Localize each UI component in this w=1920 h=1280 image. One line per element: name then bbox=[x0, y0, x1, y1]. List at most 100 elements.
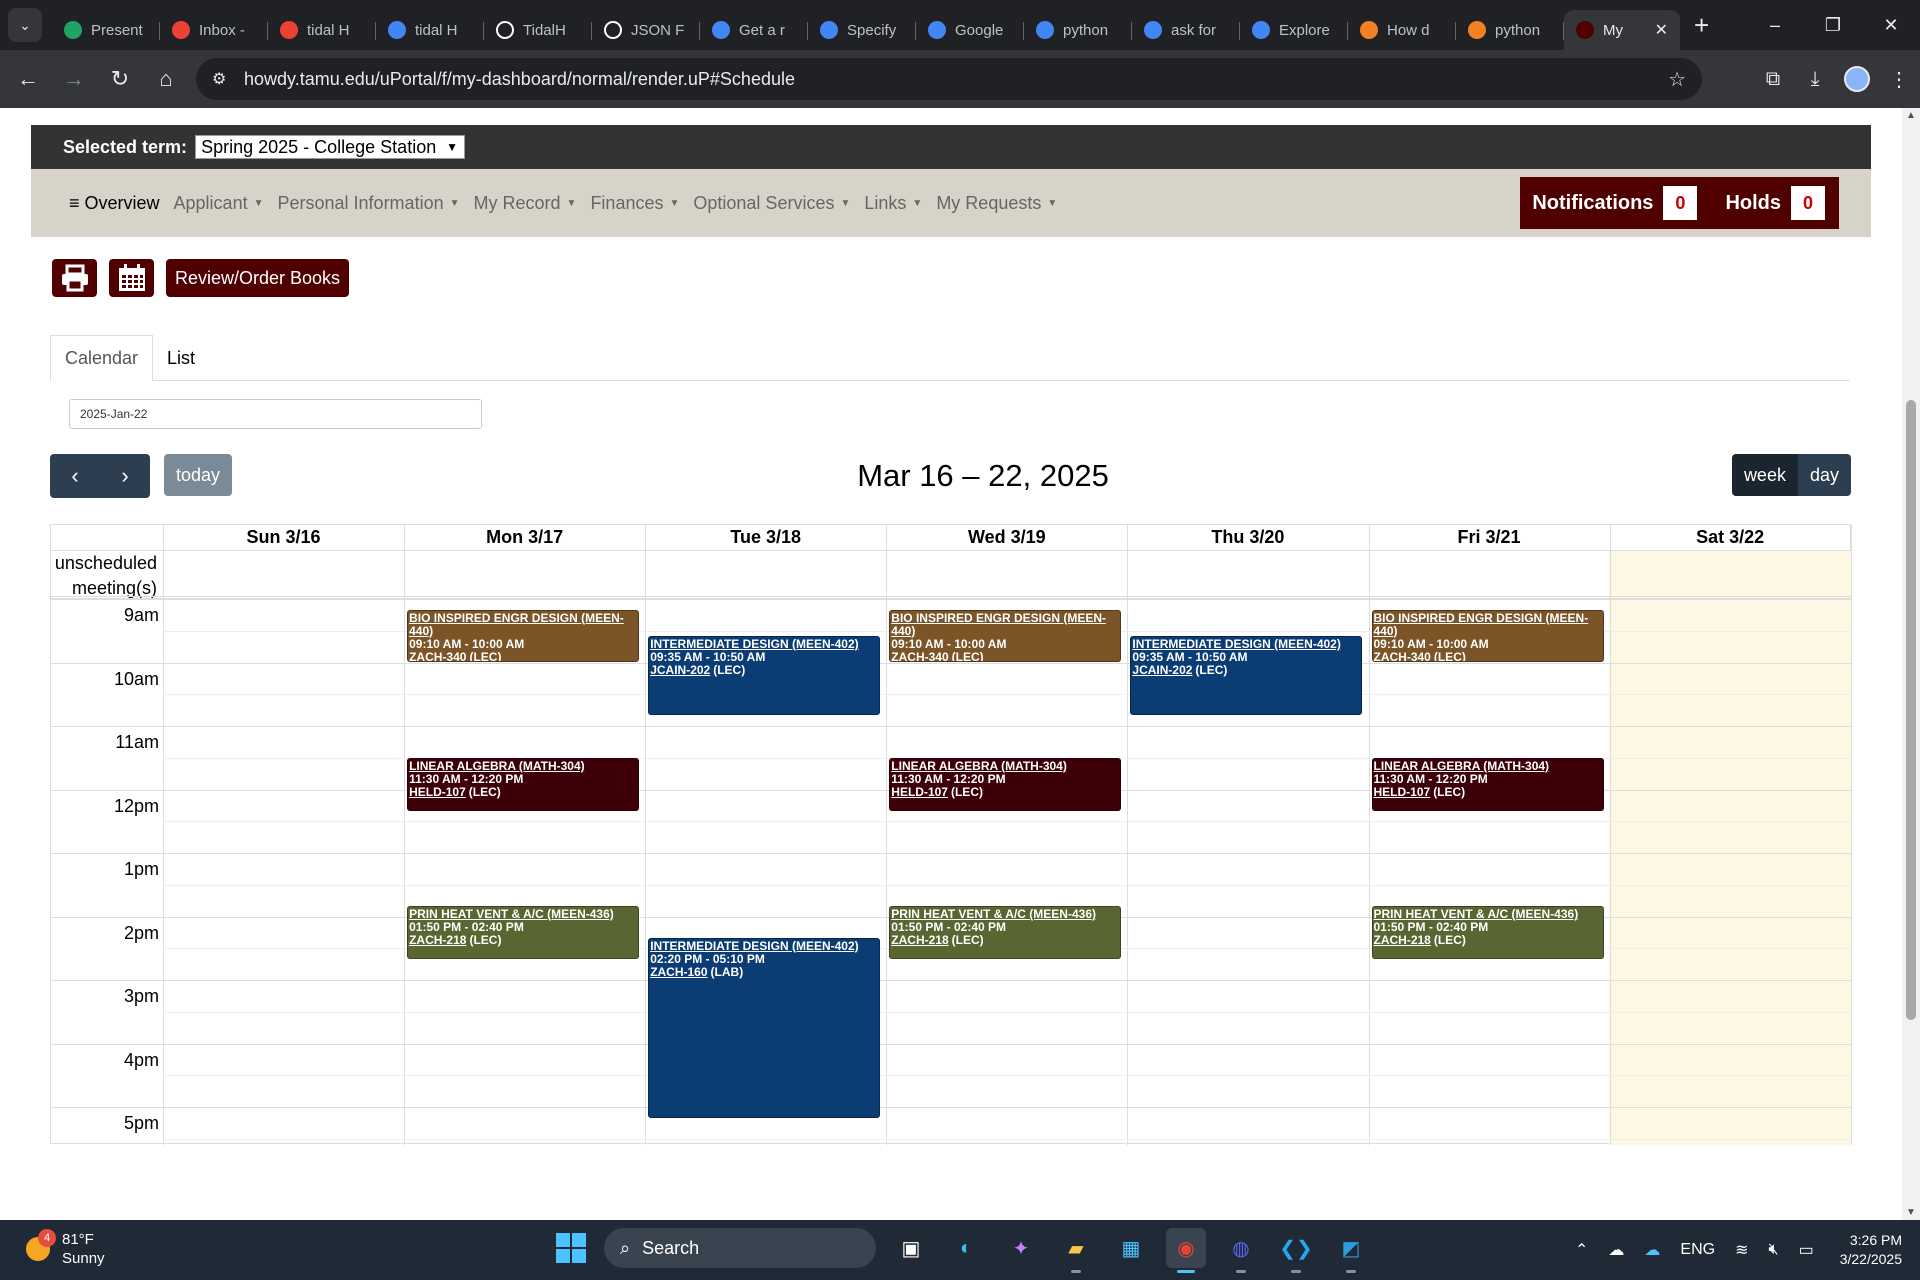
tab-calendar[interactable]: Calendar bbox=[50, 335, 154, 381]
url-text[interactable]: howdy.tamu.edu/uPortal/f/my-dashboard/no… bbox=[244, 69, 795, 90]
menu-item-personal-information[interactable]: Personal Information ▼ bbox=[278, 193, 460, 214]
menu-item-finances[interactable]: Finances ▼ bbox=[590, 193, 679, 214]
event-room-link[interactable]: HELD-107 bbox=[409, 785, 466, 799]
browser-tab[interactable]: tidal H bbox=[268, 10, 376, 50]
menu-item-optional-services[interactable]: Optional Services ▼ bbox=[693, 193, 850, 214]
onedrive-icon[interactable]: ☁ bbox=[1644, 1240, 1660, 1260]
holds-count[interactable]: 0 bbox=[1791, 186, 1825, 220]
menu-item-links[interactable]: Links ▼ bbox=[864, 193, 922, 214]
calendar-event[interactable]: LINEAR ALGEBRA (MATH-304) 11:30 AM - 12:2… bbox=[407, 757, 640, 811]
browser-tab[interactable]: Get a r bbox=[700, 10, 808, 50]
browser-tab[interactable]: JSON F bbox=[592, 10, 700, 50]
calendar-event[interactable]: BIO INSPIRED ENGR DESIGN (MEEN-440) 09:10… bbox=[1371, 609, 1604, 663]
close-window-icon[interactable]: ✕ bbox=[1862, 0, 1920, 50]
print-button[interactable] bbox=[52, 259, 97, 297]
event-room-link[interactable]: ZACH-340 bbox=[891, 650, 948, 661]
event-room-link[interactable]: ZACH-160 bbox=[650, 965, 707, 979]
event-room-link[interactable]: ZACH-340 bbox=[1374, 650, 1431, 661]
weather-widget[interactable]: 4 81°F Sunny bbox=[26, 1229, 105, 1268]
browser-tab[interactable]: Specify bbox=[808, 10, 916, 50]
calendar-event[interactable]: BIO INSPIRED ENGR DESIGN (MEEN-440) 09:10… bbox=[889, 609, 1122, 663]
event-room-link[interactable]: ZACH-218 bbox=[409, 933, 466, 947]
scrollbar-thumb[interactable] bbox=[1906, 400, 1916, 1020]
page-scrollbar[interactable]: ▲ ▼ bbox=[1902, 108, 1920, 1220]
file-explorer-icon[interactable]: ▰ bbox=[1056, 1228, 1096, 1273]
profile-avatar[interactable] bbox=[1844, 66, 1870, 92]
browser-menu-icon[interactable]: ⋮ bbox=[1878, 67, 1920, 92]
event-title-link[interactable]: LINEAR ALGEBRA (MATH-304) bbox=[891, 759, 1119, 773]
notifications-count[interactable]: 0 bbox=[1663, 186, 1698, 220]
browser-tab[interactable]: TidalH bbox=[484, 10, 592, 50]
holds-label[interactable]: Holds bbox=[1725, 192, 1781, 215]
menu-item-my-record[interactable]: My Record ▼ bbox=[474, 193, 577, 214]
browser-tab[interactable]: How d bbox=[1348, 10, 1456, 50]
event-title-link[interactable]: LINEAR ALGEBRA (MATH-304) bbox=[1374, 759, 1602, 773]
browser-tab[interactable]: python bbox=[1024, 10, 1132, 50]
restore-icon[interactable]: ❐ bbox=[1804, 0, 1862, 50]
event-title-link[interactable]: BIO INSPIRED ENGR DESIGN (MEEN-440) bbox=[891, 611, 1119, 638]
vscode-icon[interactable]: ❮❯ bbox=[1276, 1228, 1316, 1273]
minimize-icon[interactable]: – bbox=[1746, 0, 1804, 50]
date-input[interactable]: 2025-Jan-22 bbox=[69, 399, 482, 429]
calendar-event[interactable]: PRIN HEAT VENT & A/C (MEEN-436) 01:50 PM … bbox=[889, 905, 1122, 959]
active-tab[interactable]: My ✕ bbox=[1564, 10, 1680, 50]
event-title-link[interactable]: PRIN HEAT VENT & A/C (MEEN-436) bbox=[891, 907, 1119, 921]
event-room-link[interactable]: ZACH-340 bbox=[409, 650, 466, 661]
calendar-export-button[interactable] bbox=[109, 259, 154, 297]
wifi-icon[interactable]: ≋ bbox=[1735, 1240, 1748, 1260]
calendar-event[interactable]: INTERMEDIATE DESIGN (MEEN-402) 09:35 AM -… bbox=[1130, 636, 1363, 716]
windows-start-icon[interactable] bbox=[556, 1233, 586, 1263]
browser-tab[interactable]: Explore bbox=[1240, 10, 1348, 50]
calendar-event[interactable]: INTERMEDIATE DESIGN (MEEN-402) 02:20 PM -… bbox=[648, 937, 881, 1118]
home-icon[interactable]: ⌂ bbox=[148, 61, 184, 97]
prev-week-button[interactable]: ‹ bbox=[50, 454, 100, 498]
chrome-icon[interactable]: ◉ bbox=[1166, 1228, 1206, 1273]
calendar-event[interactable]: PRIN HEAT VENT & A/C (MEEN-436) 01:50 PM … bbox=[407, 905, 640, 959]
forward-icon[interactable]: → bbox=[56, 61, 92, 97]
site-info-icon[interactable]: ⚙ bbox=[212, 69, 234, 89]
day-view-button[interactable]: day bbox=[1797, 454, 1851, 496]
back-icon[interactable]: ← bbox=[10, 61, 46, 97]
term-select[interactable]: Spring 2025 - College Station ▼ bbox=[195, 135, 466, 159]
next-week-button[interactable]: › bbox=[100, 454, 150, 498]
microsoft-store-icon[interactable]: ▦ bbox=[1111, 1228, 1151, 1268]
browser-tab[interactable]: tidal H bbox=[376, 10, 484, 50]
cloud-icon[interactable]: ☁ bbox=[1608, 1240, 1624, 1260]
browser-tab[interactable]: ask for bbox=[1132, 10, 1240, 50]
browser-tab[interactable]: python bbox=[1456, 10, 1564, 50]
event-title-link[interactable]: BIO INSPIRED ENGR DESIGN (MEEN-440) bbox=[409, 611, 637, 638]
event-room-link[interactable]: ZACH-218 bbox=[1374, 933, 1431, 947]
browser-tab[interactable]: Present bbox=[52, 10, 160, 50]
menu-item-overview[interactable]: ≡ Overview bbox=[69, 193, 160, 214]
scroll-down-icon[interactable]: ▼ bbox=[1906, 1207, 1916, 1218]
menu-item-applicant[interactable]: Applicant ▼ bbox=[174, 193, 264, 214]
language-indicator[interactable]: ENG bbox=[1680, 1241, 1715, 1259]
event-title-link[interactable]: INTERMEDIATE DESIGN (MEEN-402) bbox=[650, 939, 878, 953]
downloads-icon[interactable]: ⤓ bbox=[1794, 68, 1836, 91]
reload-icon[interactable]: ↻ bbox=[102, 61, 138, 97]
browser-tab[interactable]: Google bbox=[916, 10, 1024, 50]
battery-icon[interactable]: ▭ bbox=[1799, 1240, 1814, 1260]
week-view-button[interactable]: week bbox=[1731, 454, 1798, 496]
event-title-link[interactable]: BIO INSPIRED ENGR DESIGN (MEEN-440) bbox=[1374, 611, 1602, 638]
close-tab-icon[interactable]: ✕ bbox=[1655, 20, 1668, 40]
address-bar[interactable]: ⚙ howdy.tamu.edu/uPortal/f/my-dashboard/… bbox=[196, 58, 1702, 100]
event-room-link[interactable]: HELD-107 bbox=[891, 785, 948, 799]
copilot-icon[interactable]: ✦ bbox=[1001, 1228, 1041, 1268]
taskbar-search[interactable]: ⌕ Search bbox=[604, 1228, 876, 1268]
calendar-event[interactable]: PRIN HEAT VENT & A/C (MEEN-436) 01:50 PM … bbox=[1371, 905, 1604, 959]
event-title-link[interactable]: PRIN HEAT VENT & A/C (MEEN-436) bbox=[1374, 907, 1602, 921]
notifications-label[interactable]: Notifications bbox=[1532, 192, 1653, 215]
event-title-link[interactable]: PRIN HEAT VENT & A/C (MEEN-436) bbox=[409, 907, 637, 921]
extensions-icon[interactable]: ⧉ bbox=[1752, 68, 1794, 91]
event-room-link[interactable]: ZACH-218 bbox=[891, 933, 948, 947]
menu-item-my-requests[interactable]: My Requests ▼ bbox=[936, 193, 1057, 214]
photos-icon[interactable]: ◩ bbox=[1331, 1228, 1371, 1273]
bookmark-star-icon[interactable]: ☆ bbox=[1668, 67, 1686, 92]
event-room-link[interactable]: JCAIN-202 bbox=[650, 663, 710, 677]
calendar-event[interactable]: BIO INSPIRED ENGR DESIGN (MEEN-440) 09:10… bbox=[407, 609, 640, 663]
today-button[interactable]: today bbox=[164, 454, 232, 496]
discord-icon[interactable]: ◍ bbox=[1221, 1228, 1261, 1273]
calendar-event[interactable]: LINEAR ALGEBRA (MATH-304) 11:30 AM - 12:2… bbox=[889, 757, 1122, 811]
event-room-link[interactable]: JCAIN-202 bbox=[1132, 663, 1192, 677]
